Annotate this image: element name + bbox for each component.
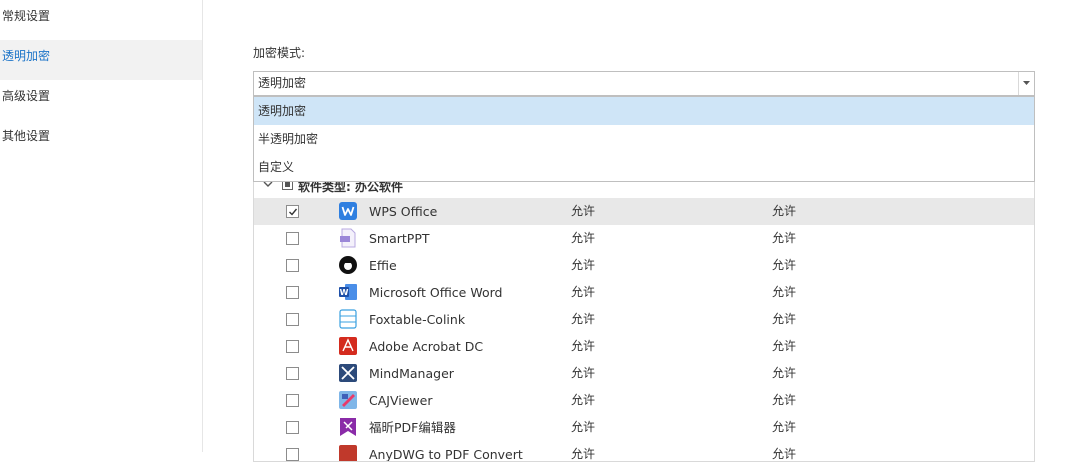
chevron-down-icon bbox=[1023, 81, 1030, 85]
row-checkbox[interactable] bbox=[286, 394, 299, 407]
sidebar-item-general[interactable]: 常规设置 bbox=[0, 0, 202, 40]
app-name: Microsoft Office Word bbox=[369, 285, 503, 300]
permission-value: 允许 bbox=[571, 204, 596, 218]
table-row[interactable]: Foxtable-Colink 允许 允许 bbox=[254, 306, 1034, 333]
cajviewer-icon bbox=[339, 391, 357, 409]
permission-value: 允许 bbox=[571, 339, 596, 353]
sidebar-item-other[interactable]: 其他设置 bbox=[0, 120, 202, 160]
foxtable-icon bbox=[339, 309, 357, 329]
acrobat-icon bbox=[339, 337, 357, 355]
table-row[interactable]: MindManager 允许 允许 bbox=[254, 360, 1034, 387]
table-row[interactable]: W Microsoft Office Word 允许 允许 bbox=[254, 279, 1034, 306]
foxit-pdf-icon bbox=[340, 418, 356, 436]
permission-value: 允许 bbox=[571, 312, 596, 326]
row-checkbox[interactable] bbox=[286, 205, 299, 218]
app-name: Effie bbox=[369, 258, 397, 273]
encryption-mode-select[interactable]: 透明加密 bbox=[253, 71, 1035, 96]
permission-value: 允许 bbox=[772, 312, 797, 326]
encryption-mode-dropdown: 透明加密 半透明加密 自定义 bbox=[253, 96, 1035, 182]
svg-text:W: W bbox=[340, 288, 349, 297]
app-name: MindManager bbox=[369, 366, 454, 381]
permission-value: 允许 bbox=[571, 231, 596, 245]
chevron-down-icon[interactable] bbox=[263, 181, 273, 188]
option-semi-transparent[interactable]: 半透明加密 bbox=[254, 125, 1034, 153]
app-name: 福昕PDF编辑器 bbox=[369, 420, 456, 435]
smartppt-icon bbox=[340, 228, 356, 248]
row-checkbox[interactable] bbox=[286, 421, 299, 434]
app-name: Foxtable-Colink bbox=[369, 312, 466, 327]
permission-value: 允许 bbox=[571, 393, 596, 407]
dwg-icon bbox=[339, 445, 357, 461]
permission-value: 允许 bbox=[571, 258, 596, 272]
option-transparent[interactable]: 透明加密 bbox=[254, 97, 1034, 125]
app-name: CAJViewer bbox=[369, 393, 433, 408]
checkmark-icon bbox=[289, 208, 298, 216]
permission-value: 允许 bbox=[772, 339, 797, 353]
row-checkbox[interactable] bbox=[286, 367, 299, 380]
table-row[interactable]: Effie 允许 允许 bbox=[254, 252, 1034, 279]
permission-value: 允许 bbox=[772, 204, 797, 218]
word-icon: W bbox=[339, 284, 357, 300]
app-name: Adobe Acrobat DC bbox=[369, 339, 484, 354]
table-row[interactable]: CAJViewer 允许 允许 bbox=[254, 387, 1034, 414]
permission-value: 允许 bbox=[772, 366, 797, 380]
main-panel: 加密模式: 透明加密 软件类型: 办公软件 WPS Office 允许 允许 S… bbox=[203, 0, 1079, 462]
permission-value: 允许 bbox=[571, 420, 596, 434]
sidebar-item-transparent-encryption[interactable]: 透明加密 bbox=[0, 40, 202, 80]
row-checkbox[interactable] bbox=[286, 286, 299, 299]
row-checkbox[interactable] bbox=[286, 340, 299, 353]
table-row[interactable]: 福昕PDF编辑器 允许 允许 bbox=[254, 414, 1034, 441]
row-checkbox[interactable] bbox=[286, 448, 299, 461]
permission-value: 允许 bbox=[772, 420, 797, 434]
dropdown-arrow[interactable] bbox=[1018, 72, 1034, 95]
row-checkbox[interactable] bbox=[286, 259, 299, 272]
app-name: WPS Office bbox=[369, 204, 438, 219]
permission-value: 允许 bbox=[571, 366, 596, 380]
table-row[interactable]: Adobe Acrobat DC 允许 允许 bbox=[254, 333, 1034, 360]
software-table: 软件类型: 办公软件 WPS Office 允许 允许 SmartPPT 允许 … bbox=[253, 172, 1035, 462]
permission-value: 允许 bbox=[571, 285, 596, 299]
app-name: SmartPPT bbox=[369, 231, 430, 246]
table-row[interactable]: SmartPPT 允许 允许 bbox=[254, 225, 1034, 252]
wps-office-icon bbox=[339, 202, 357, 220]
mindmanager-icon bbox=[339, 364, 357, 382]
permission-value: 允许 bbox=[772, 231, 797, 245]
row-checkbox[interactable] bbox=[286, 313, 299, 326]
permission-value: 允许 bbox=[772, 285, 797, 299]
effie-icon bbox=[339, 256, 357, 274]
select-current-value: 透明加密 bbox=[258, 76, 307, 90]
table-row[interactable]: WPS Office 允许 允许 bbox=[254, 198, 1034, 225]
permission-value: 允许 bbox=[772, 258, 797, 272]
sidebar-item-advanced[interactable]: 高级设置 bbox=[0, 80, 202, 120]
permission-value: 允许 bbox=[772, 393, 797, 407]
row-checkbox[interactable] bbox=[286, 232, 299, 245]
encryption-mode-label: 加密模式: bbox=[253, 46, 306, 60]
sidebar: 常规设置 透明加密 高级设置 其他设置 bbox=[0, 0, 203, 452]
option-custom[interactable]: 自定义 bbox=[254, 153, 1034, 181]
